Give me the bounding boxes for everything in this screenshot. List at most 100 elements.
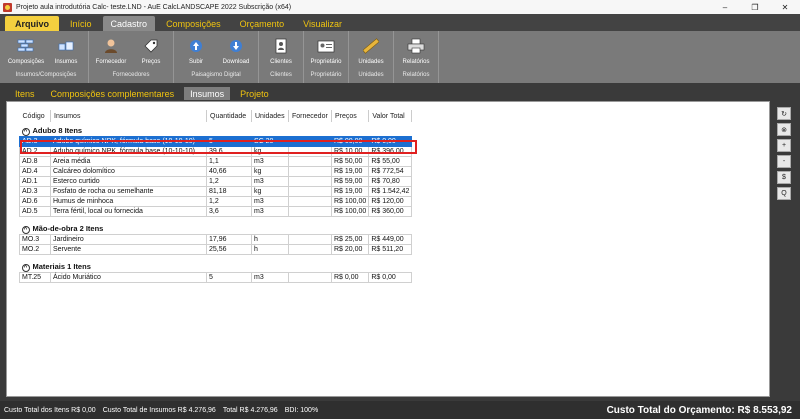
cell-codigo[interactable]: AD.6 bbox=[19, 195, 51, 207]
cell-unidade[interactable]: m3 bbox=[251, 175, 289, 187]
cell-codigo[interactable]: AD.3 bbox=[19, 135, 51, 147]
proprietario-button[interactable]: Proprietário bbox=[308, 33, 344, 72]
cell-quantidade[interactable]: 3,6 bbox=[206, 205, 252, 217]
column-header-insumos[interactable]: Insumos bbox=[50, 110, 207, 122]
cell-fornecedor[interactable] bbox=[288, 185, 332, 197]
remove-button[interactable]: - bbox=[777, 155, 791, 168]
cell-valor-total[interactable]: R$ 772,54 bbox=[368, 165, 413, 177]
cell-fornecedor[interactable] bbox=[288, 155, 332, 167]
cell-valor-total[interactable]: R$ 70,80 bbox=[368, 175, 413, 187]
menu-inicio[interactable]: Início bbox=[62, 16, 100, 31]
table-row[interactable]: AD.1 Esterco curtido 1,2 m3 R$ 59,00 R$ 70,80 bbox=[19, 175, 413, 187]
column-header-codigo[interactable]: Código bbox=[19, 110, 51, 122]
table-row[interactable]: AD.5 Terra fértil, local ou fornecida 3,6 m… bbox=[19, 205, 413, 217]
column-header-precos[interactable]: Preços bbox=[331, 110, 370, 122]
cell-fornecedor[interactable] bbox=[288, 175, 332, 187]
cell-codigo[interactable]: AD.3 bbox=[19, 185, 51, 197]
composicoes-button[interactable]: Composições bbox=[8, 33, 44, 72]
cell-fornecedor[interactable] bbox=[288, 205, 332, 217]
cell-fornecedor[interactable] bbox=[288, 165, 332, 177]
cell-valor-total[interactable]: R$ 511,20 bbox=[368, 243, 413, 255]
cell-codigo[interactable]: AD.1 bbox=[19, 175, 51, 187]
cell-preco[interactable]: R$ 0,00 bbox=[330, 271, 370, 283]
cell-quantidade[interactable]: 40,66 bbox=[206, 165, 252, 177]
table-row[interactable]: MT.25 Ácido Muriático 5 m3 R$ 0,00 R$ 0,00 bbox=[19, 271, 413, 283]
cell-quantidade[interactable]: 39,6 bbox=[206, 145, 252, 157]
table-row[interactable]: MO.3 Jardineiro 17,96 h R$ 25,00 R$ 449,00 bbox=[19, 233, 413, 245]
cell-valor-total[interactable]: R$ 360,00 bbox=[368, 205, 413, 217]
close-button[interactable]: ✕ bbox=[770, 0, 800, 14]
tab-composicoes-complementares[interactable]: Composições complementares bbox=[45, 87, 181, 100]
column-header-unidades[interactable]: Unidades bbox=[251, 110, 289, 122]
table-row[interactable]: AD.8 Areia média 1,1 m3 R$ 50,00 R$ 55,00 bbox=[19, 155, 413, 167]
cell-valor-total[interactable]: R$ 0,00 bbox=[368, 271, 413, 283]
cell-valor-total[interactable]: R$ 0,00 bbox=[368, 135, 413, 147]
cell-insumo[interactable]: Terra fértil, local ou fornecida bbox=[50, 205, 207, 217]
cell-unidade[interactable]: kg bbox=[251, 145, 289, 157]
cell-unidade[interactable]: h bbox=[251, 233, 289, 245]
cell-preco[interactable]: R$ 100,00 bbox=[330, 205, 370, 217]
cell-unidade[interactable]: kg bbox=[251, 185, 289, 197]
cell-codigo[interactable]: AD.8 bbox=[19, 155, 51, 167]
column-header-valor-total[interactable]: Valor Total bbox=[368, 110, 413, 122]
cell-preco[interactable]: R$ 59,00 bbox=[330, 175, 370, 187]
cell-quantidade[interactable]: 5 bbox=[206, 271, 252, 283]
cell-unidade[interactable]: m3 bbox=[251, 155, 289, 167]
minimize-button[interactable]: – bbox=[710, 0, 740, 14]
cell-insumo[interactable]: Esterco curtido bbox=[50, 175, 207, 187]
cell-preco[interactable]: R$ 19,00 bbox=[330, 165, 370, 177]
price-button[interactable]: $ bbox=[777, 171, 791, 184]
cell-fornecedor[interactable] bbox=[288, 233, 332, 245]
precos-button[interactable]: Preços bbox=[133, 33, 169, 72]
tab-insumos[interactable]: Insumos bbox=[184, 87, 231, 100]
cell-unidade[interactable]: m3 bbox=[251, 195, 289, 207]
cell-insumo[interactable]: Adubo químico NPK, fórmula base (10-10-1… bbox=[50, 145, 207, 157]
restore-button[interactable]: ❐ bbox=[740, 0, 770, 14]
subir-button[interactable]: Subir bbox=[178, 33, 214, 72]
collapse-icon[interactable]: ^ bbox=[21, 263, 30, 272]
cell-quantidade[interactable]: 81,18 bbox=[206, 185, 252, 197]
table-row[interactable]: AD.3 Fosfato de rocha ou semelhante 81,18 k… bbox=[19, 185, 413, 197]
cell-codigo[interactable]: MO.3 bbox=[19, 233, 51, 245]
cell-preco[interactable]: R$ 100,00 bbox=[330, 195, 370, 207]
cell-unidade[interactable]: m3 bbox=[251, 205, 289, 217]
cell-insumo[interactable]: Ácido Muriático bbox=[50, 271, 207, 283]
cell-fornecedor[interactable] bbox=[288, 243, 332, 255]
collapse-icon[interactable]: ^ bbox=[21, 127, 30, 136]
cell-unidade[interactable]: SC 20 bbox=[251, 135, 289, 147]
cell-fornecedor[interactable] bbox=[288, 135, 332, 147]
cell-valor-total[interactable]: R$ 120,00 bbox=[368, 195, 413, 207]
fornecedor-button[interactable]: Fornecedor bbox=[93, 33, 129, 72]
group-header-row[interactable]: ^ Adubo 8 Itens bbox=[20, 122, 412, 136]
quantity-button[interactable]: Q bbox=[777, 187, 791, 200]
group-header-row[interactable]: ^ Mão-de-obra 2 Itens bbox=[20, 220, 412, 234]
cell-fornecedor[interactable] bbox=[288, 195, 332, 207]
cell-quantidade[interactable]: 17,96 bbox=[206, 233, 252, 245]
relatorios-button[interactable]: Relatórios bbox=[398, 33, 434, 72]
insumos-button[interactable]: Insumos bbox=[48, 33, 84, 72]
menu-visualizar[interactable]: Visualizar bbox=[295, 16, 350, 31]
cell-quantidade[interactable]: 1,2 bbox=[206, 175, 252, 187]
cell-codigo[interactable]: MO.2 bbox=[19, 243, 51, 255]
column-header-fornecedor[interactable]: Fornecedor bbox=[288, 110, 332, 122]
table-row[interactable]: AD.6 Humus de minhoca 1,2 m3 R$ 100,00 R$ 120… bbox=[19, 195, 413, 207]
cancel-button[interactable]: ⊗ bbox=[777, 123, 791, 136]
cell-codigo[interactable]: MT.25 bbox=[19, 271, 51, 283]
cell-insumo[interactable]: Servente bbox=[50, 243, 207, 255]
menu-cadastro[interactable]: Cadastro bbox=[102, 16, 156, 31]
cell-preco[interactable]: R$ 19,00 bbox=[330, 185, 370, 197]
refresh-button[interactable]: ↻ bbox=[777, 107, 791, 120]
cell-quantidade[interactable]: 25,56 bbox=[206, 243, 252, 255]
cell-preco[interactable]: R$ 50,00 bbox=[330, 155, 370, 167]
cell-unidade[interactable]: h bbox=[251, 243, 289, 255]
menu-orcamento[interactable]: Orçamento bbox=[232, 16, 293, 31]
tab-projeto[interactable]: Projeto bbox=[234, 87, 275, 100]
clientes-button[interactable]: Clientes bbox=[263, 33, 299, 72]
table-row[interactable]: AD.4 Calcáreo dolomítico 40,66 kg R$ 19,00 R$… bbox=[19, 165, 413, 177]
table-row[interactable]: AD.2 Adubo químico NPK, fórmula base (10-… bbox=[19, 145, 413, 157]
table-row[interactable]: AD.3 Adubo químico NPK, fórmula base (10-… bbox=[19, 135, 413, 147]
cell-codigo[interactable]: AD.2 bbox=[19, 145, 51, 157]
menu-arquivo[interactable]: Arquivo bbox=[5, 16, 60, 31]
cell-quantidade[interactable]: 1,2 bbox=[206, 195, 252, 207]
cell-codigo[interactable]: AD.4 bbox=[19, 165, 51, 177]
